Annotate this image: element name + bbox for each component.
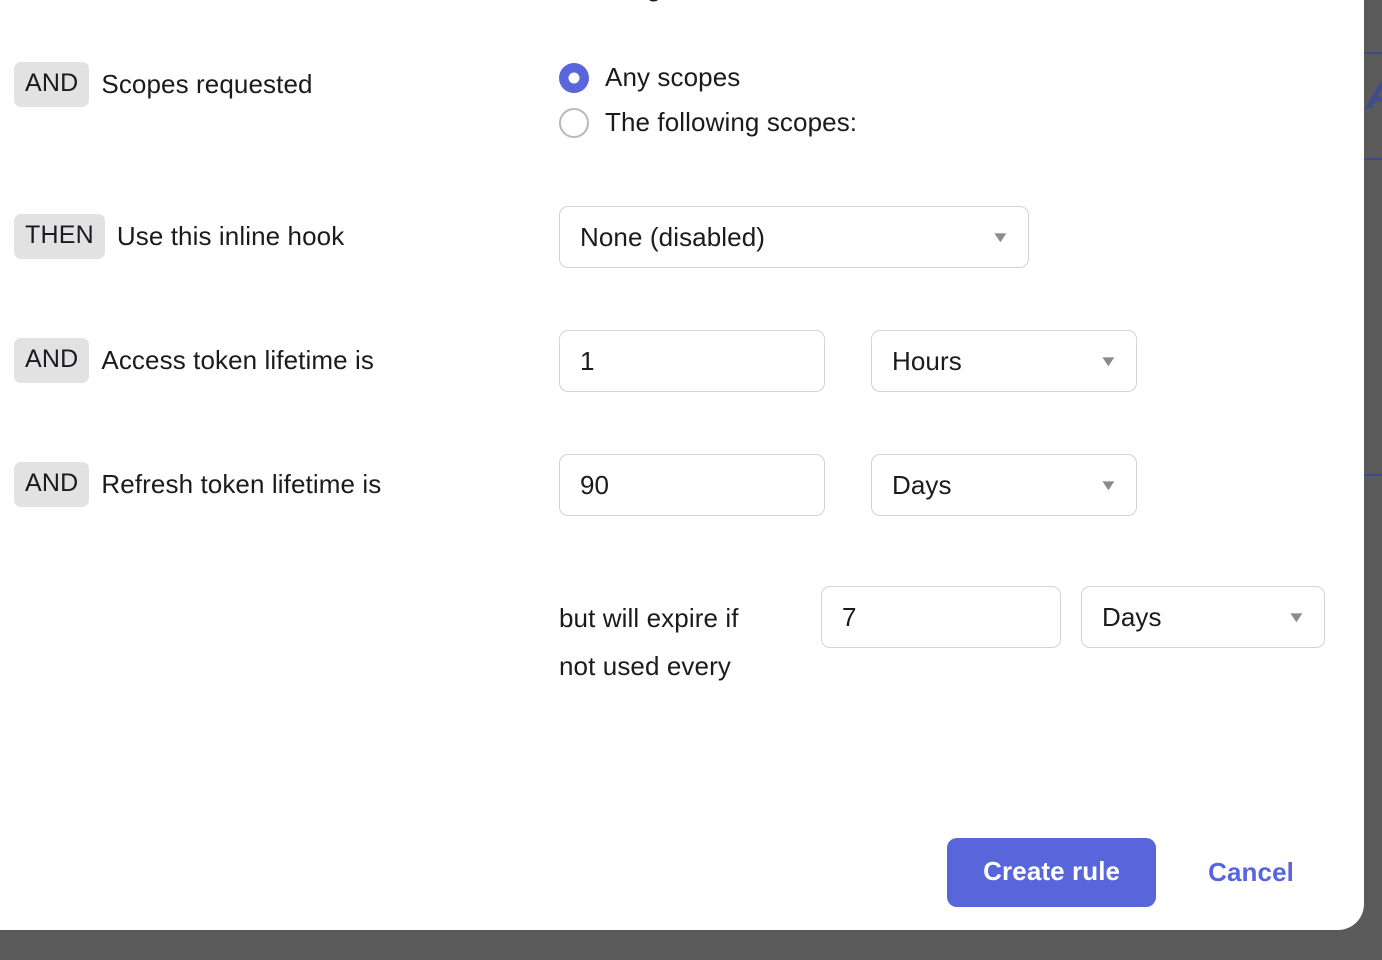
page-behind-modal: A: [1364, 0, 1382, 960]
refresh-token-idle-expiry-label: but will expire if not used every: [559, 586, 779, 690]
access-token-lifetime-value: 1: [580, 346, 595, 377]
radio-label-following-scopes: The following scopes:: [605, 107, 857, 138]
connector-badge-and: AND: [14, 462, 89, 507]
refresh-token-idle-expiry-row: but will expire if not used every 7 Days…: [559, 586, 1325, 690]
rule-condition-label: Scopes requested: [101, 69, 312, 100]
rule-row-label-group: AND Refresh token lifetime is: [14, 462, 381, 507]
behind-divider-1: [1364, 52, 1382, 54]
dialog-footer: Create rule Cancel: [0, 838, 1324, 907]
rule-row-label-group: AND Scopes requested: [14, 62, 313, 107]
clipped-heading-fragment: following:: [559, 0, 668, 3]
refresh-token-lifetime-unit-select[interactable]: Days ▼: [871, 454, 1137, 516]
access-token-lifetime-unit-value: Hours: [892, 346, 962, 377]
radio-unselected-icon[interactable]: [559, 108, 589, 138]
radio-selected-icon[interactable]: [559, 63, 589, 93]
chevron-down-icon: ▼: [1287, 610, 1307, 625]
access-token-lifetime-unit-select[interactable]: Hours ▼: [871, 330, 1137, 392]
inline-hook-select-value: None (disabled): [580, 222, 765, 253]
connector-badge-then: THEN: [14, 214, 105, 259]
radio-label-any-scopes: Any scopes: [605, 62, 740, 93]
rule-row-label-group: THEN Use this inline hook: [14, 214, 344, 259]
connector-badge-and: AND: [14, 62, 89, 107]
refresh-token-lifetime-unit-value: Days: [892, 470, 952, 501]
inline-hook-select[interactable]: None (disabled) ▼: [559, 206, 1029, 268]
create-rule-dialog: following: AND Scopes requested Any scop…: [0, 0, 1364, 930]
idle-expiry-input[interactable]: 7: [821, 586, 1061, 648]
refresh-token-lifetime-controls: 90 Days ▼: [559, 454, 1137, 516]
rule-action-label: Refresh token lifetime is: [101, 469, 381, 500]
refresh-token-lifetime-value: 90: [580, 470, 609, 501]
refresh-token-idle-expiry-controls: 7 Days ▼: [821, 586, 1325, 648]
rule-row-label-group: AND Access token lifetime is: [14, 338, 374, 383]
behind-divider-3: [1364, 474, 1382, 476]
chevron-down-icon: ▼: [1099, 354, 1119, 369]
radio-option-following-scopes[interactable]: The following scopes:: [559, 107, 857, 138]
rule-action-label: Access token lifetime is: [101, 345, 374, 376]
access-token-lifetime-input[interactable]: 1: [559, 330, 825, 392]
chevron-down-icon: ▼: [1099, 478, 1119, 493]
create-rule-button[interactable]: Create rule: [947, 838, 1156, 907]
scopes-radio-group: Any scopes The following scopes:: [559, 62, 857, 138]
expiry-label-line-1: but will expire if: [559, 603, 739, 633]
viewport: A following: AND Scopes requested Any sc…: [0, 0, 1382, 960]
chevron-down-icon: ▼: [991, 230, 1011, 245]
inline-hook-control: None (disabled) ▼: [559, 206, 1029, 268]
refresh-token-lifetime-input[interactable]: 90: [559, 454, 825, 516]
behind-divider-2: [1364, 158, 1382, 160]
idle-expiry-unit-select[interactable]: Days ▼: [1081, 586, 1325, 648]
behind-text-fragment: A: [1366, 74, 1382, 116]
cancel-button[interactable]: Cancel: [1208, 857, 1294, 888]
radio-option-any-scopes[interactable]: Any scopes: [559, 62, 857, 93]
connector-badge-and: AND: [14, 338, 89, 383]
expiry-label-line-2: not used every: [559, 651, 731, 681]
idle-expiry-unit-value: Days: [1102, 602, 1162, 633]
idle-expiry-value: 7: [842, 602, 857, 633]
rule-action-label: Use this inline hook: [117, 221, 344, 252]
access-token-lifetime-controls: 1 Hours ▼: [559, 330, 1137, 392]
